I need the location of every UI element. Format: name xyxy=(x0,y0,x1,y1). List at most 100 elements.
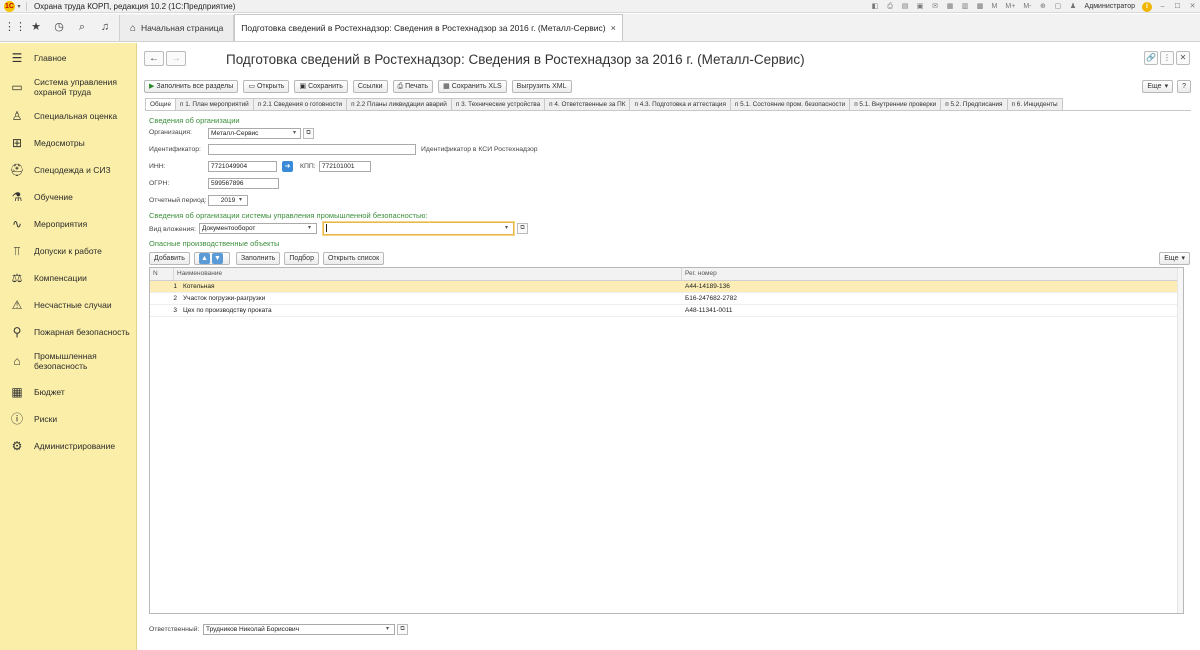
menu-icon: ☰ xyxy=(11,51,23,65)
more-button[interactable]: Еще ▾ xyxy=(1142,80,1174,93)
favorites-star-icon[interactable]: ★ xyxy=(27,18,45,36)
sidebar-item-events[interactable]: ∿ Мероприятия xyxy=(0,215,137,233)
move-down-icon[interactable]: ▼ xyxy=(211,253,223,264)
export-xml-button[interactable]: Выгрузить XML xyxy=(511,80,572,93)
sidebar-item-fire-safety[interactable]: ⚲ Пожарная безопасность xyxy=(0,323,137,341)
ogrn-field[interactable]: 599567896 xyxy=(208,178,279,189)
sidebar-item-workwear[interactable]: ⛑ Спецодежда и СИЗ xyxy=(0,161,137,179)
sidebar-item-work-permits[interactable]: ⫪ Допуски к работе xyxy=(0,242,137,260)
app-logo-icon[interactable]: 1С xyxy=(4,0,15,12)
open-button[interactable]: ▭ Открыть xyxy=(243,80,290,93)
sidebar-item-industrial-safety[interactable]: ⌂ Промышленная безопасность xyxy=(0,350,137,372)
events-icon: ∿ xyxy=(11,217,23,231)
table-row[interactable]: 3 Цех по производству проката А48-11341-… xyxy=(150,305,1183,317)
id-field[interactable] xyxy=(208,144,416,155)
inn-field[interactable]: 7721049904 xyxy=(208,161,277,172)
sidebar-item-compensations[interactable]: ⚖ Компенсации xyxy=(0,269,137,287)
app-menu-chevron-icon[interactable]: ▾ xyxy=(15,3,23,10)
add-object-button[interactable]: Добавить xyxy=(149,252,190,265)
sidebar-item-medical[interactable]: ⊞ Медосмотры xyxy=(0,134,137,152)
org-open-icon[interactable]: ⧉ xyxy=(303,128,314,139)
attach-value-field[interactable] xyxy=(323,222,514,235)
attach-open-icon[interactable]: ⧉ xyxy=(517,223,528,234)
minimize-icon[interactable]: – xyxy=(1157,1,1168,12)
forward-arrow-icon[interactable]: → xyxy=(166,51,186,66)
sidebar-item-training[interactable]: ⚗ Обучение xyxy=(0,188,137,206)
period-dropdown-icon[interactable]: ▾ xyxy=(239,196,242,203)
sidebar-item-special-assessment[interactable]: ♙ Специальная оценка xyxy=(0,107,137,125)
save-button[interactable]: ▣ Сохранить xyxy=(294,80,348,93)
calculator-small-icon[interactable]: ▩ xyxy=(975,1,986,12)
print-icon[interactable]: ⎙ xyxy=(885,1,896,12)
history-icon[interactable]: ◷ xyxy=(50,18,68,36)
kpp-field[interactable]: 772101001 xyxy=(319,161,371,172)
sidebar-item-accidents[interactable]: ⚠ Несчастные случаи xyxy=(0,296,137,314)
responsible-open-icon[interactable]: ⧉ xyxy=(397,624,408,635)
document-form: ← → Подготовка сведений в Ростехнадзор: … xyxy=(137,43,1200,650)
extinguisher-icon: ⚲ xyxy=(12,325,22,339)
calendar-icon[interactable]: ▥ xyxy=(960,1,971,12)
mail-icon[interactable]: ✉ xyxy=(930,1,941,12)
responsible-dropdown-icon[interactable]: ▾ xyxy=(386,625,389,632)
zoom-icon[interactable]: ⊕ xyxy=(1037,1,1048,12)
maximize-icon[interactable]: ☐ xyxy=(1172,1,1183,12)
fill-objects-button[interactable]: Заполнить xyxy=(235,252,281,265)
table-row[interactable]: 1 Котельная А44-14189-136 xyxy=(150,281,1183,293)
col-name-header[interactable]: Наименование xyxy=(174,268,682,280)
close-window-icon[interactable]: ✕ xyxy=(1187,1,1198,12)
memory-plus-button[interactable]: M+ xyxy=(1003,1,1017,12)
attach-type-dropdown-icon[interactable]: ▾ xyxy=(308,224,311,231)
sidebar-item-risks[interactable]: ⓘ Риски xyxy=(0,410,137,428)
help-button[interactable]: ? xyxy=(1177,80,1191,93)
save-icon[interactable]: ▣ xyxy=(915,1,926,12)
bookmark-icon[interactable]: ◧ xyxy=(870,1,881,12)
move-up-icon[interactable]: ▲ xyxy=(198,253,210,264)
table-row[interactable]: 2 Участок погрузки-разгрузки Б16-247682-… xyxy=(150,293,1183,305)
grid-icon[interactable]: ▦ xyxy=(945,1,956,12)
objects-more-button[interactable]: Еще ▾ xyxy=(1159,252,1190,265)
sidebar-item-administration[interactable]: ⚙ Администрирование xyxy=(0,437,137,455)
memory-minus-button[interactable]: M- xyxy=(1021,1,1033,12)
period-label: Отчетный период: xyxy=(149,197,207,204)
col-reg-header[interactable]: Рег. номер xyxy=(682,268,1178,280)
chevron-down-icon: ▾ xyxy=(1164,83,1169,90)
doc-icon[interactable]: ▤ xyxy=(900,1,911,12)
search-icon[interactable]: ⌕ xyxy=(73,18,91,36)
notifications-bell-icon[interactable]: ♫ xyxy=(96,18,114,36)
tab-document[interactable]: Подготовка сведений в Ростехнадзор: Свед… xyxy=(234,14,623,41)
folder-icon: ▭ xyxy=(248,83,255,90)
user-name[interactable]: Администратор xyxy=(1084,3,1135,10)
org-section-title: Сведения об организации xyxy=(149,116,240,125)
link-icon[interactable]: 🔗 xyxy=(1144,51,1158,65)
psb-section-title: Сведения об организации системы управлен… xyxy=(149,211,428,220)
table-scrollbar[interactable] xyxy=(1177,268,1183,613)
sidebar-item-main[interactable]: ☰ Главное xyxy=(0,49,137,67)
close-form-icon[interactable]: ✕ xyxy=(1176,51,1190,65)
apps-grid-icon[interactable]: ⋮⋮ xyxy=(4,18,26,36)
open-list-button[interactable]: Открыть список xyxy=(322,252,385,265)
org-dropdown-icon[interactable]: ▾ xyxy=(293,129,296,136)
col-n-header[interactable]: N xyxy=(150,268,174,280)
org-field[interactable]: Металл-Сервис xyxy=(208,128,301,139)
tab-home[interactable]: ⌂ Начальная страница xyxy=(119,15,235,41)
info-icon[interactable]: i xyxy=(1142,1,1152,12)
save-disk-icon: ▣ xyxy=(299,83,307,90)
save-xls-button[interactable]: ▦ Сохранить XLS xyxy=(438,80,507,93)
memory-button[interactable]: M xyxy=(990,1,1000,12)
sidebar-item-labor-safety-system[interactable]: ▭ Система управления охраной труда xyxy=(0,76,137,98)
pick-objects-button[interactable]: Подбор xyxy=(284,252,319,265)
close-tab-icon[interactable]: × xyxy=(611,23,616,33)
attach-type-field[interactable]: Документооборот xyxy=(199,223,317,234)
window-icon[interactable]: ▢ xyxy=(1052,1,1063,12)
inn-check-arrow-icon[interactable]: ➜ xyxy=(282,161,293,172)
print-button[interactable]: ⎙ Печать xyxy=(392,80,434,93)
attach-value-dropdown-icon[interactable]: ▾ xyxy=(505,224,508,231)
history-navigation: ← → xyxy=(144,51,188,66)
responsible-field[interactable]: Трудников Николай Борисович xyxy=(203,624,395,635)
sidebar-item-budget[interactable]: ▦ Бюджет xyxy=(0,383,137,401)
tab-document-label: Подготовка сведений в Ростехнадзор: Свед… xyxy=(241,23,606,33)
links-button[interactable]: Ссылки xyxy=(352,80,388,93)
back-arrow-icon[interactable]: ← xyxy=(144,51,164,66)
window-options-icon[interactable]: ⋮ xyxy=(1160,51,1174,65)
fill-all-button[interactable]: ▶ Заполнить все разделы xyxy=(144,80,239,93)
